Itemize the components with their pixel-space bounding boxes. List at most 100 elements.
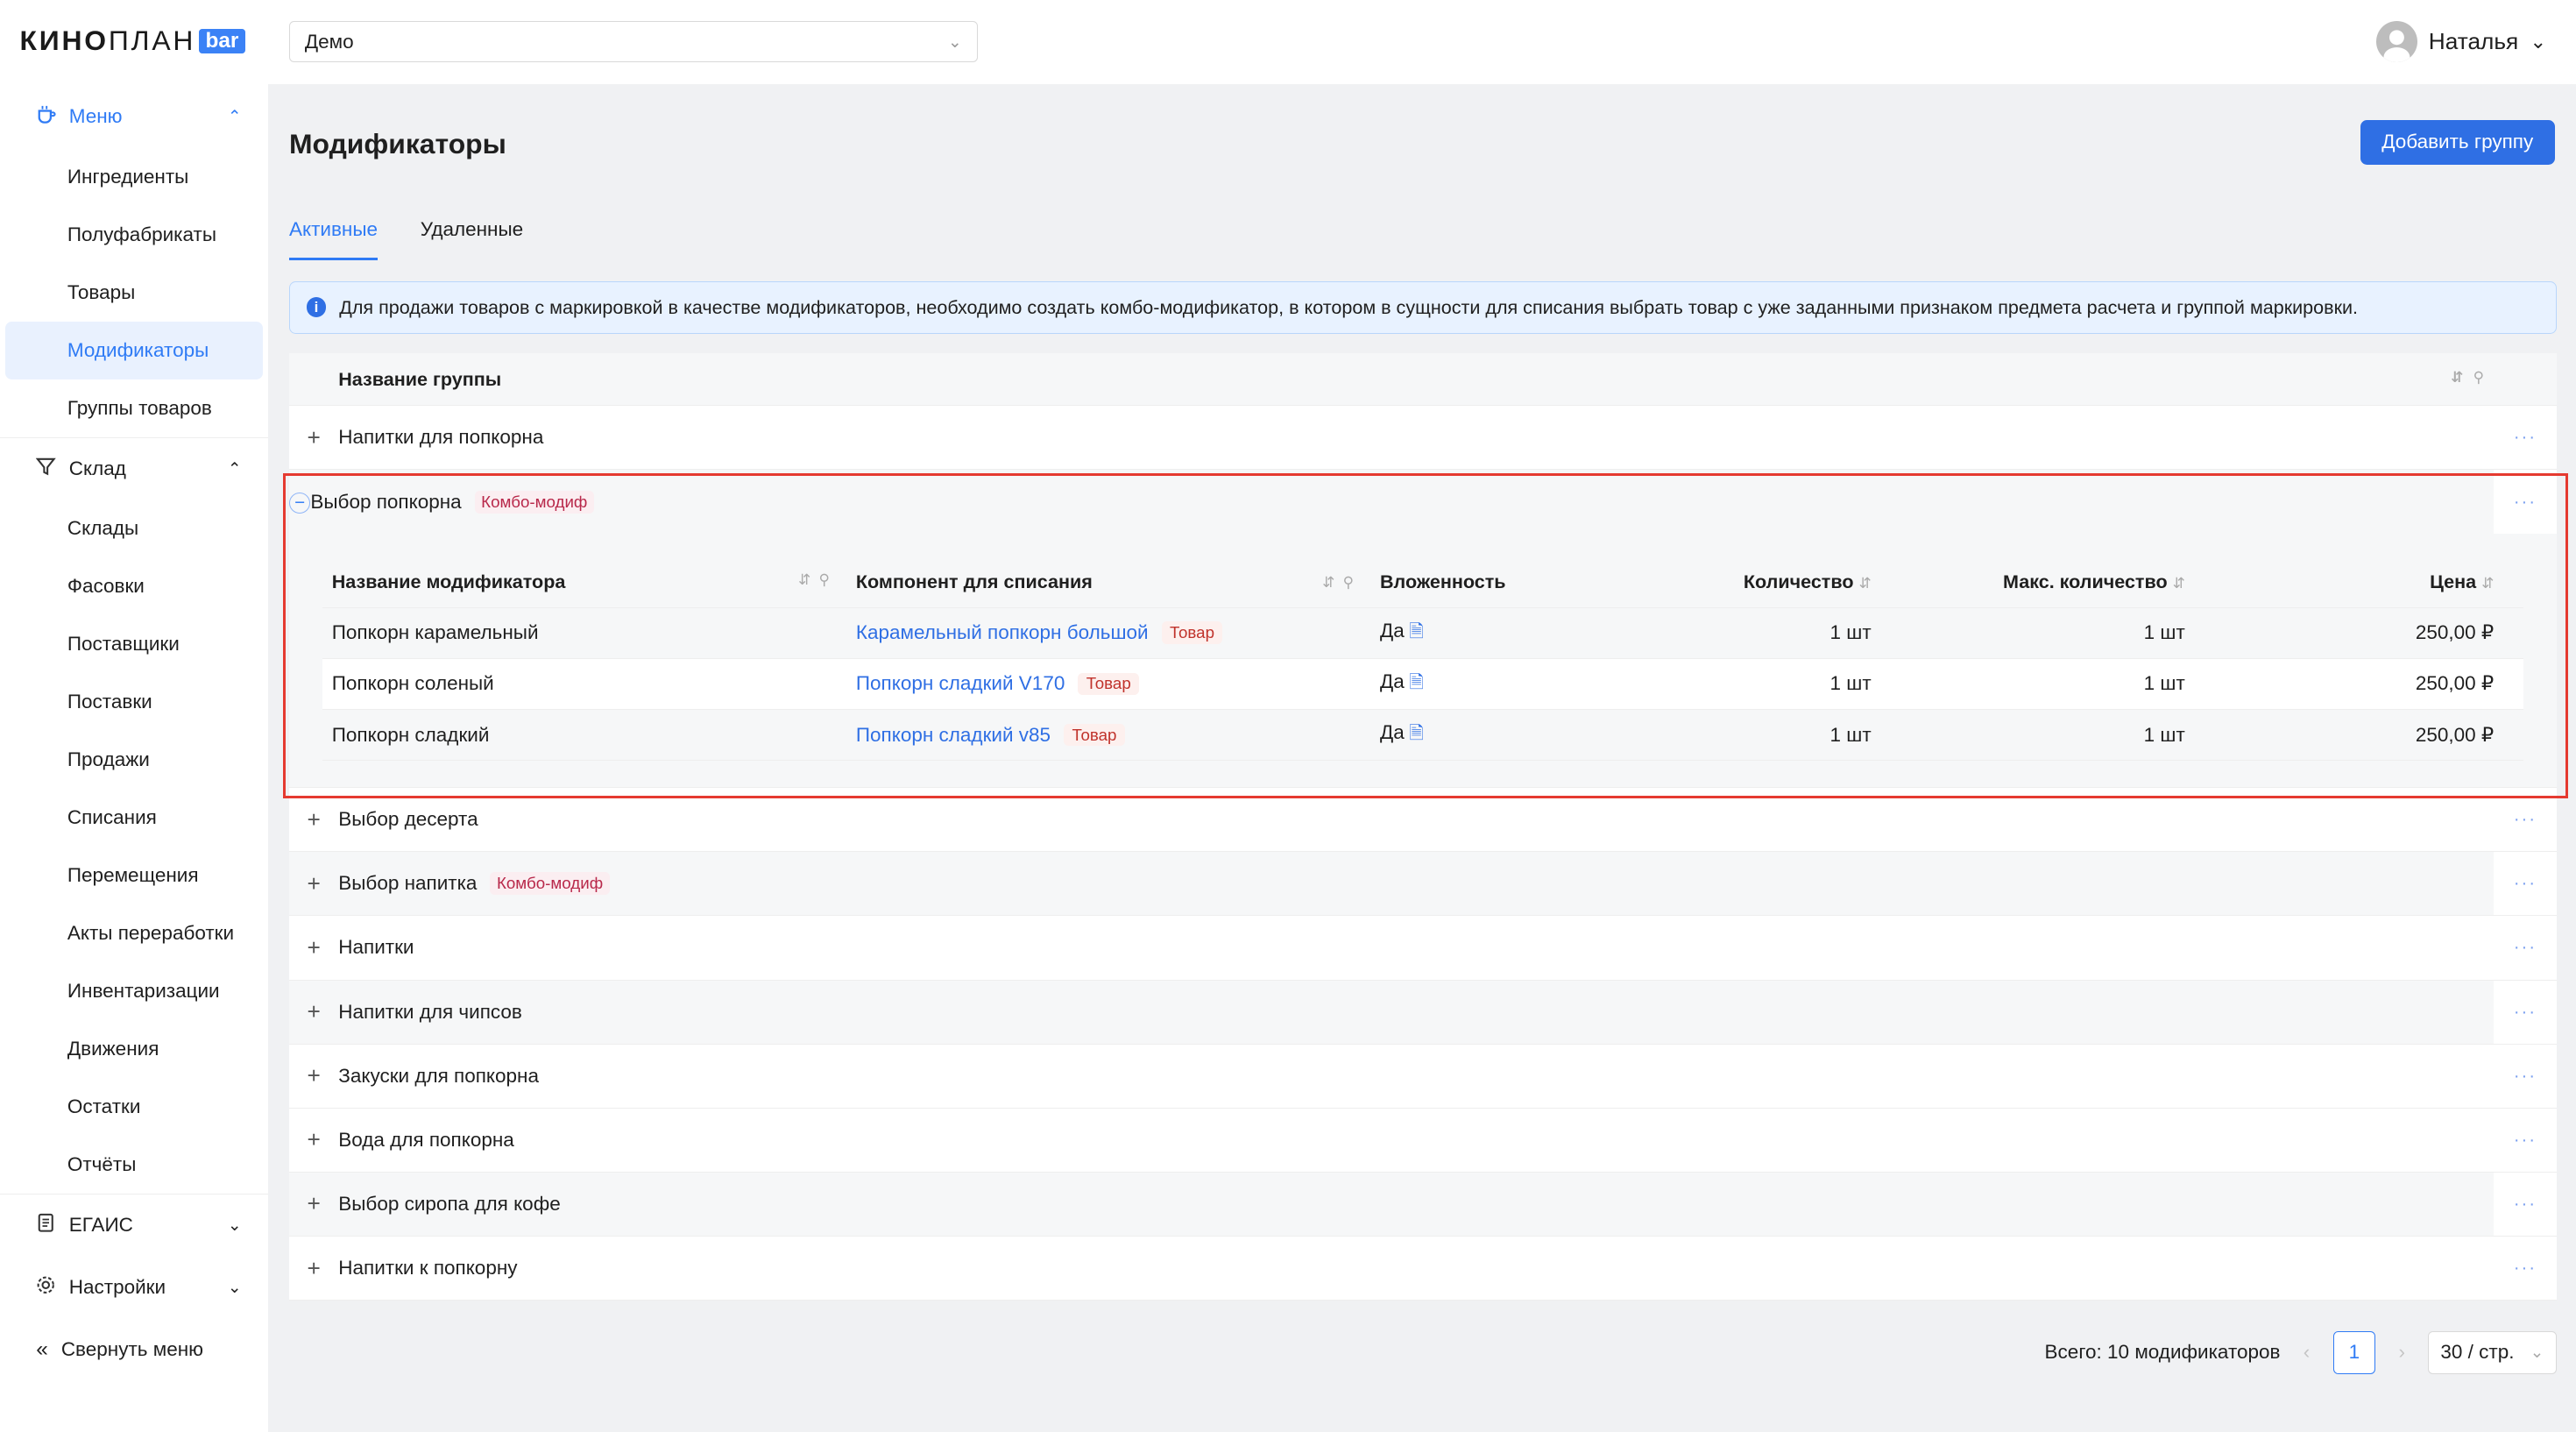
expand-icon[interactable]: + xyxy=(289,806,338,833)
group-row[interactable]: + Напитки к попкорну ··· xyxy=(289,1237,2557,1301)
group-row[interactable]: + Выбор сиропа для кофе ··· xyxy=(289,1172,2557,1237)
tab-deleted[interactable]: Удаленные xyxy=(421,218,523,260)
expand-icon[interactable]: + xyxy=(289,1255,338,1282)
collapse-menu-button[interactable]: « Свернуть меню xyxy=(0,1319,268,1381)
document-icon[interactable]: 🗎 xyxy=(1409,672,1424,692)
chevron-down-icon: ⌄ xyxy=(227,1216,242,1235)
page-number-button[interactable]: 1 xyxy=(2332,1330,2376,1374)
group-row[interactable]: + Выбор десерта ··· xyxy=(289,788,2557,853)
funnel-icon xyxy=(35,457,57,482)
expand-icon[interactable]: + xyxy=(289,870,338,897)
modifier-name: Попкорн сладкий xyxy=(331,723,490,746)
collapse-icon[interactable]: − xyxy=(289,492,311,514)
group-row-expanded[interactable]: − Выбор попкорна Комбо-модиф ··· xyxy=(289,470,2557,535)
column-header-price: Цена ⇵ xyxy=(2198,571,2508,593)
chevron-left-icon[interactable]: ‹ xyxy=(2304,1341,2311,1364)
group-name: Закуски для попкорна xyxy=(338,1064,539,1087)
sort-search-icons[interactable]: ⇵ ⚲ xyxy=(798,571,830,593)
expand-icon[interactable]: + xyxy=(289,1062,338,1089)
component-link[interactable]: Попкорн сладкий V170 xyxy=(856,672,1065,695)
group-name: Напитки xyxy=(338,936,414,959)
modifier-row: Попкорн сладкий Попкорн сладкий v85 Товар… xyxy=(322,710,2523,762)
group-row[interactable]: + Закуски для попкорна ··· xyxy=(289,1044,2557,1109)
more-actions-button[interactable]: ··· xyxy=(2494,1044,2557,1108)
sidebar-item-deliveries[interactable]: Поставки xyxy=(0,673,268,731)
logo[interactable]: КИНО ПЛАН bar xyxy=(20,25,245,57)
page-title: Модификаторы xyxy=(289,128,506,160)
document-icon[interactable]: 🗎 xyxy=(1409,621,1424,642)
group-row[interactable]: + Напитки для попкорна ··· xyxy=(289,406,2557,471)
more-actions-button[interactable]: ··· xyxy=(2494,788,2557,852)
avatar xyxy=(2375,21,2417,63)
expand-icon[interactable]: + xyxy=(289,1190,338,1217)
group-row[interactable]: + Вода для попкорна ··· xyxy=(289,1108,2557,1173)
sidebar-item-inventory[interactable]: Инвентаризации xyxy=(0,962,268,1020)
column-label: Количество xyxy=(1743,571,1854,593)
total-count: Всего: 10 модификаторов xyxy=(2044,1341,2281,1364)
group-row[interactable]: + Выбор напитка Комбо-модиф ··· xyxy=(289,852,2557,917)
goods-badge: Товар xyxy=(1064,723,1125,747)
modifier-row: Попкорн карамельный Карамельный попкорн … xyxy=(322,607,2523,659)
sidebar-item-ingredients[interactable]: Ингредиенты xyxy=(0,148,268,206)
add-group-button[interactable]: Добавить группу xyxy=(2360,119,2555,165)
page-size-value: 30 / стр. xyxy=(2440,1341,2515,1364)
sidebar-item-packaging[interactable]: Фасовки xyxy=(0,557,268,615)
more-actions-button[interactable]: ··· xyxy=(2494,406,2557,470)
component-link[interactable]: Попкорн сладкий v85 xyxy=(856,724,1051,747)
user-name: Наталья xyxy=(2428,28,2519,55)
sidebar-item-reports[interactable]: Отчёты xyxy=(0,1136,268,1194)
column-label: Компонент для списания xyxy=(855,571,1093,593)
column-label: Название модификатора xyxy=(331,571,566,593)
combo-badge: Комбо-модиф xyxy=(490,872,610,896)
sidebar-group-warehouse[interactable]: Склад ⌃ xyxy=(0,436,268,500)
modifiers-table: Название модификатора ⇵ ⚲ Компонент для с… xyxy=(322,556,2523,762)
expand-icon[interactable]: + xyxy=(289,1126,338,1153)
sidebar-group-menu[interactable]: Меню ⌃ xyxy=(0,86,268,148)
more-actions-button[interactable]: ··· xyxy=(2494,852,2557,916)
group-row[interactable]: + Напитки ··· xyxy=(289,916,2557,981)
more-actions-button[interactable]: ··· xyxy=(2494,916,2557,980)
cinema-select[interactable]: Демо ⌄ xyxy=(289,21,978,63)
expand-icon[interactable]: + xyxy=(289,998,338,1025)
group-row[interactable]: + Напитки для чипсов ··· xyxy=(289,980,2557,1045)
sidebar-item-stock[interactable]: Остатки xyxy=(0,1078,268,1136)
more-actions-button[interactable]: ··· xyxy=(2494,1172,2557,1236)
sort-icon[interactable]: ⇵ xyxy=(2481,575,2494,592)
expand-icon[interactable]: + xyxy=(289,934,338,961)
user-menu[interactable]: Наталья ⌄ xyxy=(2375,21,2546,63)
more-actions-button[interactable]: ··· xyxy=(2494,980,2557,1044)
sort-icon[interactable]: ⇵ xyxy=(1858,575,1871,592)
sidebar-group-egais[interactable]: ЕГАИС ⌄ xyxy=(0,1194,268,1256)
sidebar-item-goods[interactable]: Товары xyxy=(0,264,268,322)
header-icons: ⇵ ⚲ xyxy=(2451,368,2484,386)
column-header-max-quantity: Макс. количество ⇵ xyxy=(1885,571,2198,593)
tab-active[interactable]: Активные xyxy=(289,218,379,261)
sidebar-group-settings[interactable]: Настройки ⌄ xyxy=(0,1256,268,1318)
sidebar-item-writeoffs[interactable]: Списания xyxy=(0,789,268,847)
sidebar-item-warehouses[interactable]: Склады xyxy=(0,500,268,557)
chevron-right-icon[interactable]: › xyxy=(2399,1341,2406,1364)
sidebar-item-processing-acts[interactable]: Акты переработки xyxy=(0,904,268,962)
search-icon[interactable]: ⚲ xyxy=(2473,368,2484,386)
sort-search-icons[interactable]: ⇵ ⚲ xyxy=(1322,573,1354,592)
sidebar-item-sales[interactable]: Продажи xyxy=(0,731,268,789)
component-link[interactable]: Карамельный попкорн большой xyxy=(856,621,1149,644)
page-size-select[interactable]: 30 / стр. ⌄ xyxy=(2428,1330,2557,1374)
sidebar-group-label: Настройки xyxy=(68,1275,166,1298)
sidebar-item-movements[interactable]: Движения xyxy=(0,1020,268,1078)
sidebar-item-transfers[interactable]: Перемещения xyxy=(0,847,268,904)
sidebar-group-label: Склад xyxy=(68,457,126,479)
document-icon[interactable]: 🗎 xyxy=(1409,723,1424,743)
sort-icon[interactable]: ⇵ xyxy=(2451,368,2463,386)
sidebar-item-semifinished[interactable]: Полуфабрикаты xyxy=(0,206,268,264)
sidebar-item-modifiers[interactable]: Модификаторы xyxy=(4,321,263,379)
expand-icon[interactable]: + xyxy=(289,424,338,451)
more-actions-button[interactable]: ··· xyxy=(2494,470,2557,535)
expanded-group: − Выбор попкорна Комбо-модиф ··· Названи… xyxy=(289,470,2557,789)
sidebar-item-suppliers[interactable]: Поставщики xyxy=(0,615,268,673)
sort-icon[interactable]: ⇵ xyxy=(2173,575,2185,592)
component-cell: Карамельный попкорн большой Товар xyxy=(846,621,1370,645)
more-actions-button[interactable]: ··· xyxy=(2494,1237,2557,1301)
more-actions-button[interactable]: ··· xyxy=(2494,1108,2557,1172)
sidebar-item-goods-groups[interactable]: Группы товаров xyxy=(0,379,268,437)
